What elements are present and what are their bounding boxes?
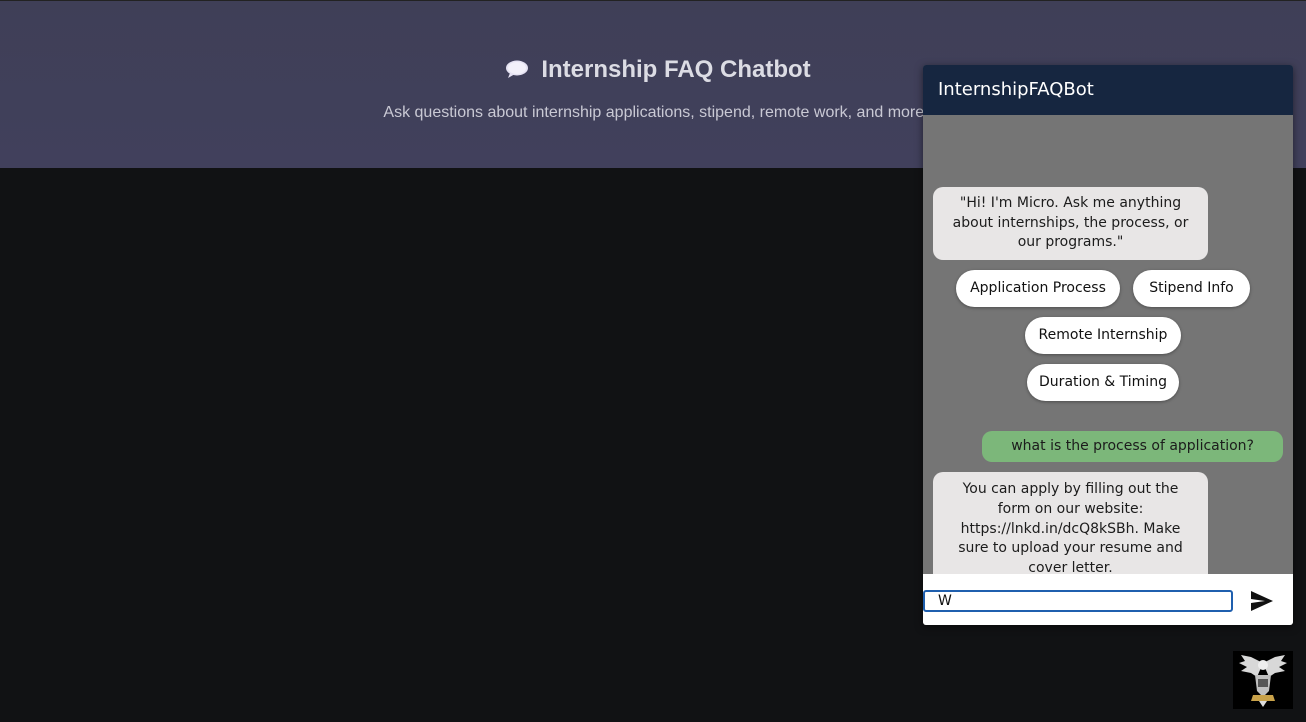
user-message: what is the process of application? <box>982 431 1283 462</box>
quick-reply-duration-timing[interactable]: Duration & Timing <box>1027 364 1179 401</box>
speech-bubble-icon <box>506 60 529 78</box>
bot-message-greeting: "Hi! I'm Micro. Ask me anything about in… <box>933 187 1208 260</box>
send-icon[interactable] <box>1249 589 1275 613</box>
quick-reply-remote-internship[interactable]: Remote Internship <box>1025 317 1181 354</box>
chat-widget: InternshipFAQBot "Hi! I'm Micro. Ask me … <box>923 65 1293 625</box>
chat-header: InternshipFAQBot <box>923 65 1293 115</box>
page-title-text: Internship FAQ Chatbot <box>541 56 811 83</box>
bot-message-reply: You can apply by filling out the form on… <box>933 472 1208 587</box>
chat-input[interactable] <box>923 590 1233 612</box>
chat-composer <box>923 574 1293 625</box>
quick-reply-stipend-info[interactable]: Stipend Info <box>1133 270 1250 307</box>
quick-reply-application-process[interactable]: Application Process <box>956 270 1120 307</box>
eagle-logo-icon <box>1233 651 1293 709</box>
